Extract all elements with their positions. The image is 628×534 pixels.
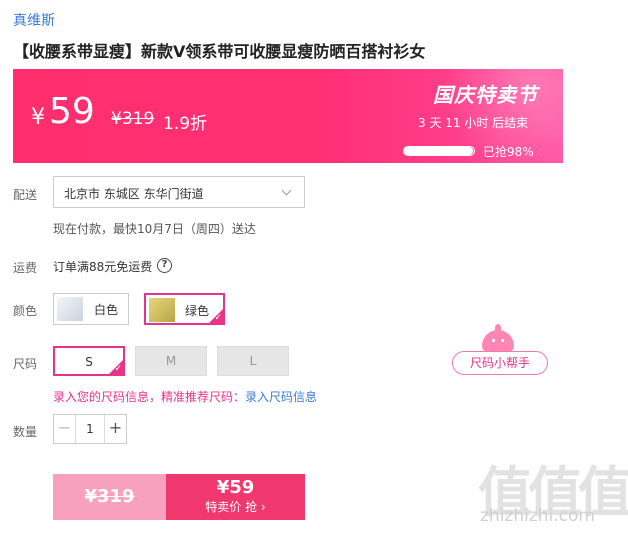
address-value: 北京市 东城区 东华门街道 xyxy=(64,187,204,201)
product-title: 【收腰系带显瘦】新款V领系带可收腰显瘦防晒百搭衬衫女 xyxy=(13,42,426,61)
countdown-timer: 3 天 11 小时 后结束 xyxy=(418,116,529,130)
decrement-button[interactable]: − xyxy=(54,415,76,443)
increment-button[interactable]: + xyxy=(104,415,126,443)
color-option-green[interactable]: 绿色 ✓ xyxy=(144,293,225,325)
original-price-button[interactable]: ¥319 xyxy=(53,474,166,520)
buy-now-button[interactable]: ¥59 特卖价 抢 › xyxy=(166,474,305,520)
white-shirt-thumbnail xyxy=(57,297,83,321)
size-option-l[interactable]: L xyxy=(217,346,289,376)
size-hint: 录入您的尺码信息，精准推荐尺码：录入尺码信息 xyxy=(53,388,317,405)
size-option-label: L xyxy=(249,354,257,368)
delivery-estimate: 现在付款，最快10月7日（周四）送达 xyxy=(53,222,256,236)
brand-name[interactable]: 真维斯 xyxy=(13,10,55,30)
sold-percentage: 已抢98% xyxy=(483,145,534,159)
chevron-down-icon xyxy=(281,185,292,196)
green-shirt-thumbnail xyxy=(149,298,175,322)
delivery-label: 配送 xyxy=(13,188,38,202)
special-price: ¥59 xyxy=(216,477,255,498)
size-option-s[interactable]: S ✓ xyxy=(53,346,125,376)
currency-symbol: ¥ xyxy=(31,105,45,130)
special-price-label: 特卖价 抢 › xyxy=(205,500,266,514)
discount-rate: 1.9折 xyxy=(163,114,208,134)
mascot-sprout xyxy=(495,324,501,331)
size-option-m[interactable]: M xyxy=(135,346,207,376)
quantity-label: 数量 xyxy=(13,425,38,439)
promo-banner: ¥ 59 ¥319 1.9折 国庆特卖节 3 天 11 小时 后结束 已抢98% xyxy=(13,69,563,163)
size-label: 尺码 xyxy=(13,357,38,371)
color-option-white[interactable]: 白色 xyxy=(53,293,129,325)
sale-price: 59 xyxy=(49,91,95,132)
shipping-info: 订单满88元免运费 xyxy=(53,260,153,274)
quantity-stepper: − 1 + xyxy=(53,414,127,444)
sold-progress-bar xyxy=(403,146,475,156)
size-info-link[interactable]: 录入尺码信息 xyxy=(245,390,317,404)
address-selector[interactable]: 北京市 东城区 东华门街道 xyxy=(53,176,305,208)
check-icon: ✓ xyxy=(114,364,122,374)
size-hint-text: 录入您的尺码信息，精准推荐尺码： xyxy=(53,390,246,404)
color-option-label: 白色 xyxy=(94,303,119,317)
quantity-value[interactable]: 1 xyxy=(76,415,104,443)
watermark-url: zhizhizhi.com xyxy=(480,506,595,526)
color-option-label: 绿色 xyxy=(185,304,210,318)
size-option-label: S xyxy=(85,355,93,369)
check-icon: ✓ xyxy=(214,313,222,323)
color-label: 颜色 xyxy=(13,304,38,318)
size-helper-button[interactable]: 尺码小帮手 xyxy=(452,351,548,375)
original-price: ¥319 xyxy=(111,109,155,129)
mascot-eye xyxy=(501,339,504,342)
event-title: 国庆特卖节 xyxy=(433,83,538,107)
size-option-label: M xyxy=(165,354,177,368)
shipping-label: 运费 xyxy=(13,261,38,275)
sold-progress-fill xyxy=(404,147,473,155)
question-circle-icon[interactable]: ? xyxy=(157,258,172,273)
mascot-icon xyxy=(482,324,514,352)
mascot-eye xyxy=(492,339,495,342)
